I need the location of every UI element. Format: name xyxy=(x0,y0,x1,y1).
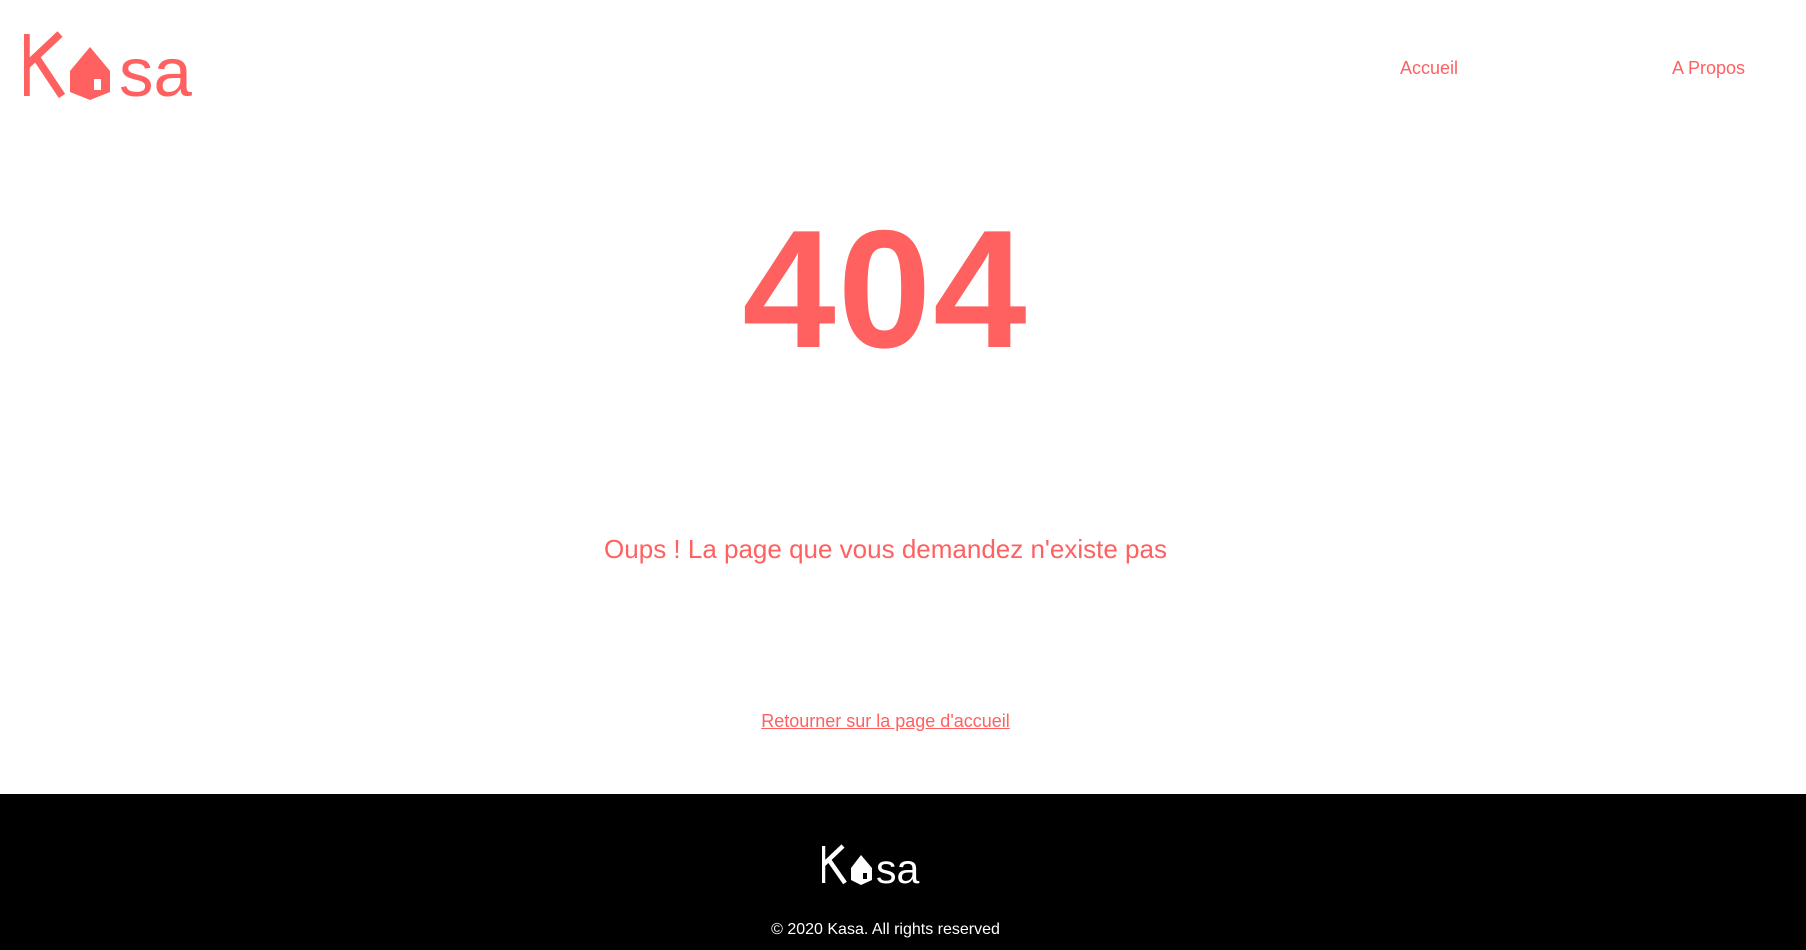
error-message: Oups ! La page que vous demandez n'exist… xyxy=(604,534,1167,564)
back-home-container: Retourner sur la page d'accueil xyxy=(0,711,1771,732)
nav-home-link[interactable]: Accueil xyxy=(1400,58,1458,79)
error-code: 404 xyxy=(742,195,1029,383)
svg-text:sa: sa xyxy=(876,846,920,886)
header: sa Accueil A Propos xyxy=(0,0,1806,136)
copyright-text: © 2020 Kasa. All rights reserved xyxy=(771,921,1000,938)
house-icon xyxy=(70,47,110,100)
page: sa Accueil A Propos 404 Oups ! La page q… xyxy=(0,0,1806,950)
footer-logo: sa xyxy=(822,844,920,886)
kasa-logo[interactable]: sa xyxy=(22,30,240,111)
svg-text:sa: sa xyxy=(119,34,193,102)
back-home-link[interactable]: Retourner sur la page d'accueil xyxy=(761,711,1010,731)
house-icon xyxy=(851,855,872,885)
nav-about-link[interactable]: A Propos xyxy=(1672,58,1745,79)
footer: sa © 2020 Kasa. All rights reserved xyxy=(0,794,1806,950)
kasa-logo-mark: sa xyxy=(22,31,193,111)
